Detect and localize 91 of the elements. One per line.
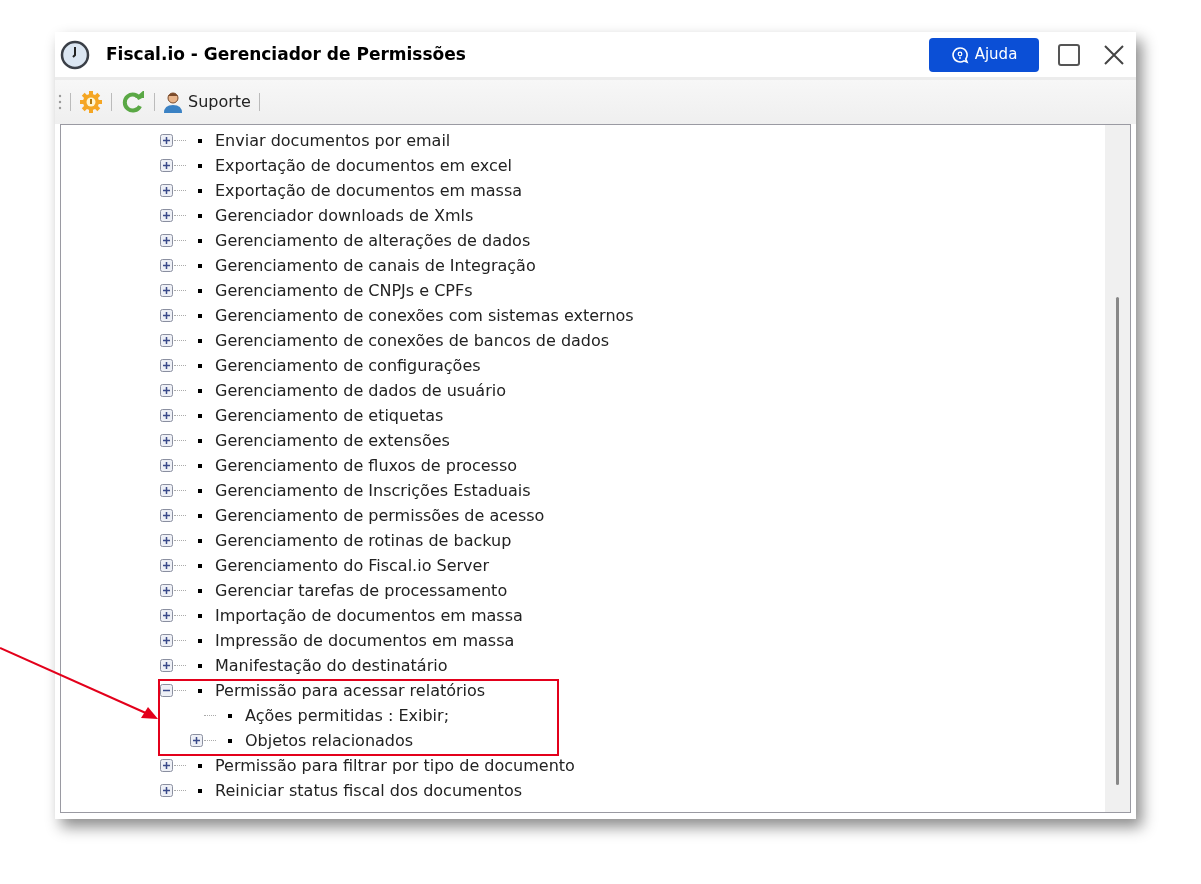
tree-item[interactable]: Gerenciar tarefas de processamento	[215, 578, 508, 603]
tree-item[interactable]: Gerenciamento de permissões de acesso	[215, 503, 545, 528]
expand-icon[interactable]	[160, 134, 173, 147]
bullet-icon	[198, 513, 202, 518]
expand-icon[interactable]	[190, 734, 203, 747]
expand-icon[interactable]	[160, 784, 173, 797]
bullet-icon	[198, 438, 202, 443]
expand-icon[interactable]	[160, 284, 173, 297]
expand-icon[interactable]	[160, 384, 173, 397]
tree-item[interactable]: Gerenciamento do Fiscal.io Server	[215, 553, 489, 578]
bullet-icon	[198, 338, 202, 343]
bullet-icon	[198, 388, 202, 393]
tree-item[interactable]: Gerenciamento de etiquetas	[215, 403, 444, 428]
expand-icon[interactable]	[160, 759, 173, 772]
bullet-icon	[198, 763, 202, 768]
tree-item[interactable]: Gerenciamento de extensões	[215, 428, 450, 453]
tree-item[interactable]: Gerenciamento de dados de usuário	[215, 378, 506, 403]
expand-icon[interactable]	[160, 234, 173, 247]
tree-item[interactable]: Exportação de documentos em massa	[215, 178, 523, 203]
tree-item[interactable]: Ações permitidas : Exibir;	[245, 703, 449, 728]
help-button[interactable]: Ajuda	[929, 37, 1039, 72]
expand-icon[interactable]	[160, 584, 173, 597]
refresh-icon[interactable]	[120, 91, 146, 113]
expand-icon[interactable]	[160, 209, 173, 222]
tree-item[interactable]: Gerenciamento de conexões com sistemas externos	[215, 303, 634, 328]
expand-icon[interactable]	[160, 509, 173, 522]
close-button[interactable]	[1103, 43, 1125, 66]
tree-item[interactable]: Reiniciar status fiscal dos documentos	[215, 778, 522, 803]
tree-item[interactable]: Gerenciamento de alterações de dados	[215, 228, 531, 253]
bullet-icon	[198, 288, 202, 293]
expand-icon[interactable]	[160, 609, 173, 622]
help-icon	[950, 45, 969, 64]
support-button[interactable]: Suporte	[163, 90, 251, 114]
bullet-icon	[198, 488, 202, 493]
bullet-icon	[198, 688, 202, 693]
window-title: Fiscal.io - Gerenciador de Permissões	[106, 42, 466, 66]
tree-item[interactable]: Gerenciamento de canais de Integração	[215, 253, 536, 278]
expand-icon[interactable]	[160, 559, 173, 572]
expand-icon[interactable]	[160, 534, 173, 547]
bullet-icon	[228, 713, 232, 718]
bullet-icon	[198, 188, 202, 193]
tree-item[interactable]: Gerenciamento de configurações	[215, 353, 481, 378]
bullet-icon	[198, 313, 202, 318]
bullet-icon	[198, 213, 202, 218]
bullet-icon	[198, 663, 202, 668]
tree-item[interactable]: Gerenciamento de CNPJs e CPFs	[215, 278, 473, 303]
bullet-icon	[198, 638, 202, 643]
collapse-icon[interactable]	[160, 684, 173, 697]
tree-item[interactable]: Permissão para filtrar por tipo de documento	[215, 753, 575, 778]
bullet-icon	[198, 588, 202, 593]
expand-icon[interactable]	[160, 159, 173, 172]
scrollbar-thumb[interactable]	[1116, 297, 1119, 785]
bullet-icon	[198, 613, 202, 618]
tree-item[interactable]: Impressão de documentos em massa	[215, 628, 515, 653]
grip-icon	[58, 93, 62, 111]
bullet-icon	[198, 138, 202, 143]
tree-item[interactable]: Gerenciamento de fluxos de processo	[215, 453, 518, 478]
tree-item[interactable]: Enviar documentos por email	[215, 128, 451, 153]
tree-item[interactable]: Exportação de documentos em excel	[215, 153, 513, 178]
expand-icon[interactable]	[160, 334, 173, 347]
person-icon	[163, 91, 183, 113]
bullet-icon	[228, 738, 232, 743]
expand-icon[interactable]	[160, 259, 173, 272]
bullet-icon	[198, 463, 202, 468]
tree-item[interactable]: Gerenciador downloads de Xmls	[215, 203, 474, 228]
expand-icon[interactable]	[160, 434, 173, 447]
bullet-icon	[198, 263, 202, 268]
expand-icon[interactable]	[160, 359, 173, 372]
bullet-icon	[198, 413, 202, 418]
clock-icon	[60, 39, 90, 70]
tree-item[interactable]: Objetos relacionados	[245, 728, 414, 753]
expand-icon[interactable]	[160, 409, 173, 422]
tree-item[interactable]: Importação de documentos em massa	[215, 603, 523, 628]
expand-icon[interactable]	[160, 659, 173, 672]
expand-icon[interactable]	[160, 184, 173, 197]
expand-icon[interactable]	[160, 634, 173, 647]
expand-icon[interactable]	[160, 484, 173, 497]
tree-item[interactable]: Manifestação do destinatário	[215, 653, 448, 678]
expand-icon[interactable]	[160, 309, 173, 322]
expand-icon[interactable]	[160, 459, 173, 472]
bullet-icon	[198, 363, 202, 368]
bullet-icon	[198, 538, 202, 543]
bullet-icon	[198, 788, 202, 793]
tree-item[interactable]: Gerenciamento de Inscrições Estaduais	[215, 478, 531, 503]
bullet-icon	[198, 163, 202, 168]
maximize-button[interactable]	[1057, 42, 1081, 67]
bullet-icon	[198, 563, 202, 568]
tree-item[interactable]: Gerenciamento de conexões de bancos de dados	[215, 328, 610, 353]
bullet-icon	[198, 238, 202, 243]
tree-item[interactable]: Gerenciamento de rotinas de backup	[215, 528, 512, 553]
tree-item[interactable]: Permissão para acessar relatórios	[215, 678, 486, 703]
